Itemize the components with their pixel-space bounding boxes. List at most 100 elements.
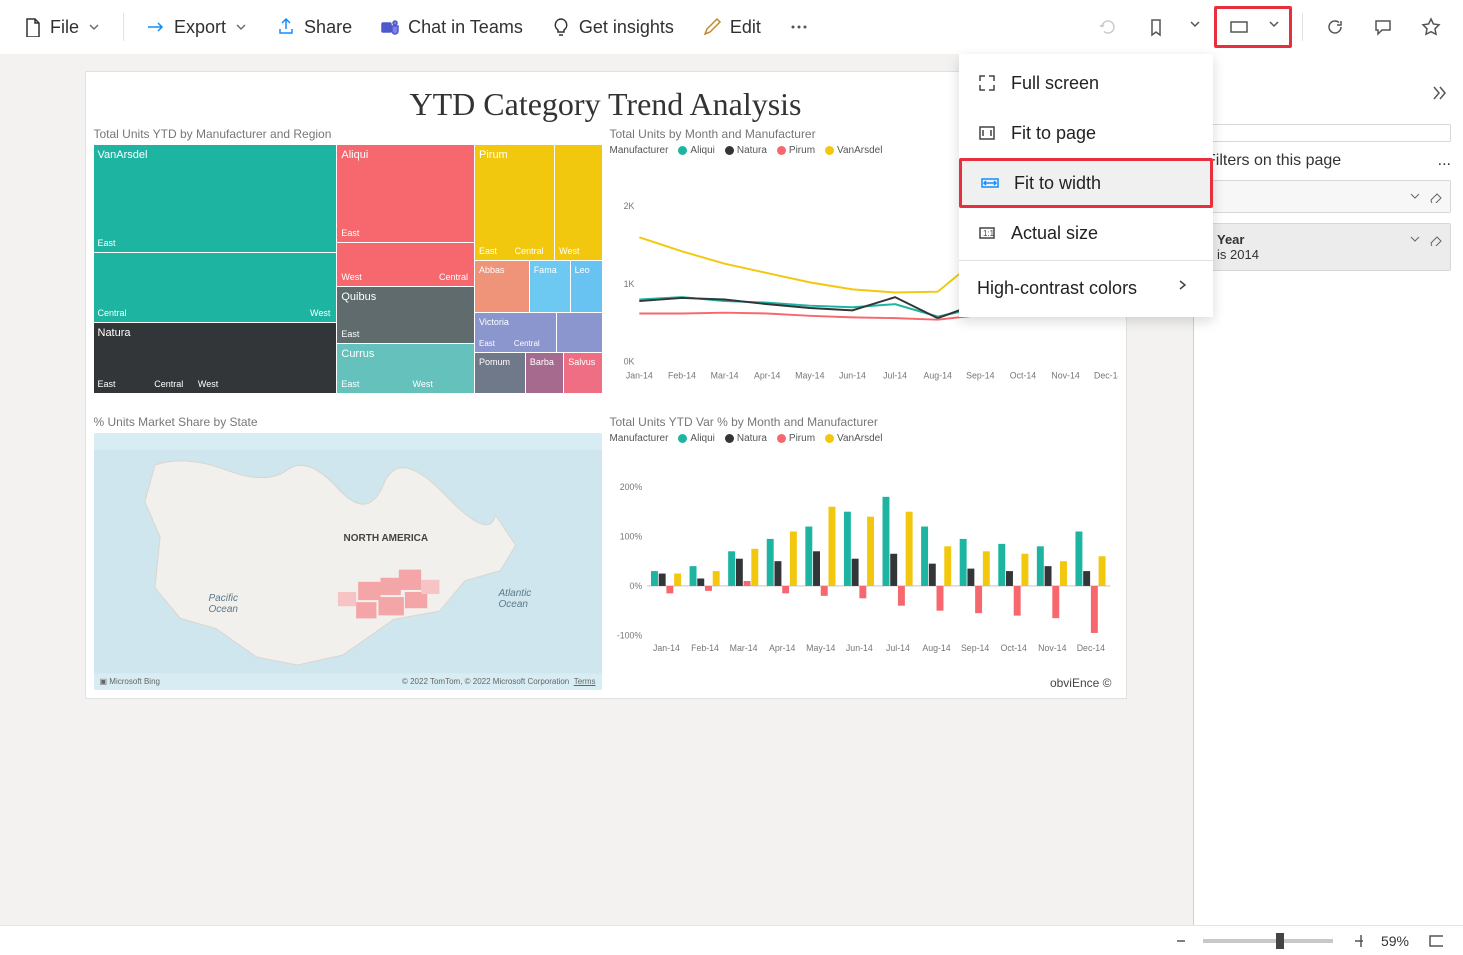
- tree-reg: West: [310, 308, 330, 318]
- share-button[interactable]: Share: [264, 8, 364, 46]
- edit-button[interactable]: Edit: [690, 8, 773, 46]
- map-bing: ▣ Microsoft Bing: [100, 677, 160, 686]
- view-button[interactable]: [1217, 8, 1261, 46]
- view-chevron[interactable]: [1261, 8, 1289, 46]
- filters-more[interactable]: ...: [1438, 152, 1451, 170]
- file-menu[interactable]: File: [10, 8, 113, 46]
- fit-to-page-status[interactable]: [1421, 930, 1449, 952]
- eraser-icon: [1428, 232, 1442, 246]
- tree-reg: East: [341, 379, 359, 389]
- tree-reg: West: [559, 246, 579, 256]
- tree-natura: Natura: [98, 327, 131, 339]
- file-label: File: [50, 17, 79, 38]
- treemap-title: Total Units YTD by Manufacturer and Regi…: [94, 127, 602, 141]
- svg-text:Jun-14: Jun-14: [845, 643, 872, 653]
- refresh-icon: [1325, 17, 1345, 37]
- export-menu[interactable]: Export: [134, 8, 260, 46]
- tree-pirum: Pirum: [479, 149, 508, 161]
- svg-text:May-14: May-14: [806, 643, 835, 653]
- view-high-contrast[interactable]: High-contrast colors: [959, 263, 1213, 313]
- filter-year-label: Year: [1217, 232, 1440, 247]
- tree-aliqui: Aliqui: [341, 149, 368, 161]
- more-menu[interactable]: [777, 8, 821, 46]
- filter-card-year[interactable]: Year is 2014: [1206, 223, 1451, 271]
- svg-text:Sep-14: Sep-14: [966, 370, 994, 380]
- fit-page-icon: [977, 123, 997, 143]
- tree-reg: East: [479, 246, 497, 256]
- svg-text:Mar-14: Mar-14: [710, 370, 738, 380]
- refresh-button[interactable]: [1313, 8, 1357, 46]
- map-na-label: NORTH AMERICA: [344, 533, 429, 544]
- favorite-button[interactable]: [1409, 8, 1453, 46]
- comments-button[interactable]: [1361, 8, 1405, 46]
- tree-reg: East: [98, 238, 116, 248]
- map-credits: © 2022 TomTom, © 2022 Microsoft Corporat…: [402, 677, 596, 686]
- insights-button[interactable]: Get insights: [539, 8, 686, 46]
- svg-text:Dec-14: Dec-14: [1094, 370, 1118, 380]
- svg-text:Oct-14: Oct-14: [1000, 643, 1026, 653]
- fit-width-icon: [980, 173, 1000, 193]
- svg-text:Apr-14: Apr-14: [754, 370, 780, 380]
- svg-text:Oct-14: Oct-14: [1009, 370, 1035, 380]
- map-visual[interactable]: % Units Market Share by State: [94, 415, 602, 690]
- filter-search[interactable]: [1206, 124, 1451, 142]
- chevron-right-icon: [1175, 278, 1195, 298]
- svg-text:Aug-14: Aug-14: [923, 370, 951, 380]
- svg-text:Jan-14: Jan-14: [625, 370, 652, 380]
- comment-icon: [1373, 17, 1393, 37]
- svg-text:0K: 0K: [623, 357, 634, 367]
- export-label: Export: [174, 17, 226, 38]
- minus-icon: [1173, 931, 1185, 951]
- plus-icon: [1351, 931, 1363, 951]
- svg-text:Feb-14: Feb-14: [691, 643, 719, 653]
- svg-text:Jul-14: Jul-14: [885, 643, 909, 653]
- svg-text:0%: 0%: [629, 581, 642, 591]
- zoom-out[interactable]: [1167, 930, 1191, 952]
- svg-text:Dec-14: Dec-14: [1076, 643, 1104, 653]
- tree-quibus: Quibus: [341, 291, 376, 303]
- view-hc-label: High-contrast colors: [977, 278, 1137, 299]
- star-icon: [1421, 17, 1441, 37]
- svg-text:Nov-14: Nov-14: [1038, 643, 1066, 653]
- tree-abbas: Abbas: [479, 265, 505, 275]
- zoom-slider[interactable]: [1203, 939, 1333, 943]
- toolbar: File Export Share Chat in Teams Get insi…: [0, 0, 1463, 54]
- tree-reg: West: [413, 379, 433, 389]
- tree-reg: East: [341, 228, 359, 238]
- map-atl-label: Atlantic Ocean: [499, 588, 532, 610]
- filter-card-blank[interactable]: [1206, 180, 1451, 213]
- view-fit-page[interactable]: Fit to page: [959, 108, 1213, 158]
- edit-label: Edit: [730, 17, 761, 38]
- bar-chart-visual[interactable]: Total Units YTD Var % by Month and Manuf…: [610, 415, 1118, 690]
- tree-currus: Currus: [341, 348, 374, 360]
- teams-icon: [380, 17, 400, 37]
- view-fit-width[interactable]: Fit to width: [959, 158, 1213, 208]
- treemap-visual[interactable]: Total Units YTD by Manufacturer and Regi…: [94, 127, 602, 407]
- tree-reg: Central: [514, 339, 540, 348]
- bookmark-button[interactable]: [1134, 8, 1178, 46]
- svg-text:200%: 200%: [619, 482, 642, 492]
- svg-text:1:1: 1:1: [983, 229, 995, 238]
- fit-icon: [1427, 931, 1443, 951]
- bookmark-chevron[interactable]: [1182, 8, 1210, 46]
- zoom-in[interactable]: [1345, 930, 1369, 952]
- map-svg: [94, 433, 602, 690]
- bar-chart-svg: -100%0%100%200%Jan-14Feb-14Mar-14Apr-14M…: [610, 448, 1118, 690]
- map-title: % Units Market Share by State: [94, 415, 602, 429]
- bar-legend: Manufacturer Aliqui Natura Pirum VanArsd…: [610, 433, 1118, 444]
- filters-collapse[interactable]: [1423, 74, 1455, 112]
- view-actual-size[interactable]: 1:1 Actual size: [959, 208, 1213, 258]
- reset-button[interactable]: [1086, 8, 1130, 46]
- view-full-label: Full screen: [1011, 73, 1099, 94]
- view-menu: Full screen Fit to page Fit to width 1:1…: [959, 54, 1213, 317]
- reset-icon: [1098, 17, 1118, 37]
- filter-year-value: is 2014: [1217, 247, 1440, 262]
- chevron-down-icon: [1408, 189, 1422, 203]
- chat-teams-button[interactable]: Chat in Teams: [368, 8, 535, 46]
- bookmark-icon: [1146, 17, 1166, 37]
- tree-pomum: Pomum: [479, 357, 510, 367]
- view-full-screen[interactable]: Full screen: [959, 58, 1213, 108]
- filters-on-page-header: Filters on this page ...: [1206, 152, 1451, 170]
- view-rect-icon: [1229, 17, 1249, 37]
- eraser-icon: [1428, 189, 1442, 203]
